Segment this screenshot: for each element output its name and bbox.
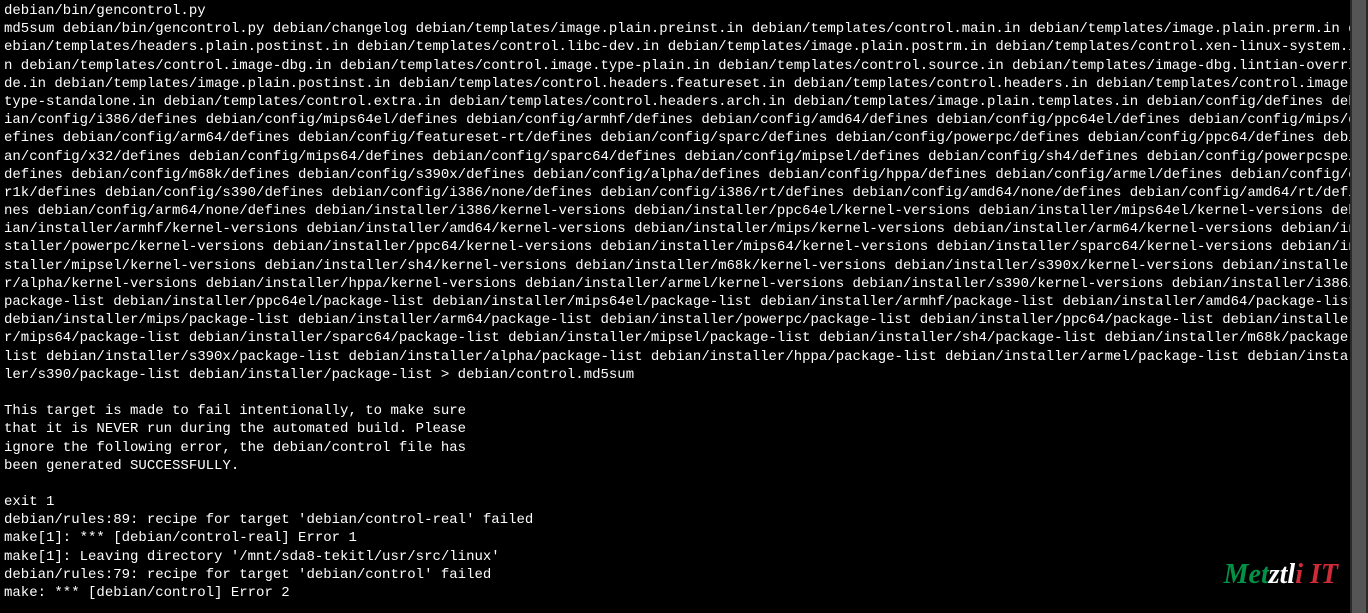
scrollbar-track[interactable] <box>1350 0 1368 613</box>
terminal-output: debian/bin/gencontrol.py md5sum debian/b… <box>4 2 1364 602</box>
scrollbar-thumb[interactable] <box>1352 0 1366 613</box>
